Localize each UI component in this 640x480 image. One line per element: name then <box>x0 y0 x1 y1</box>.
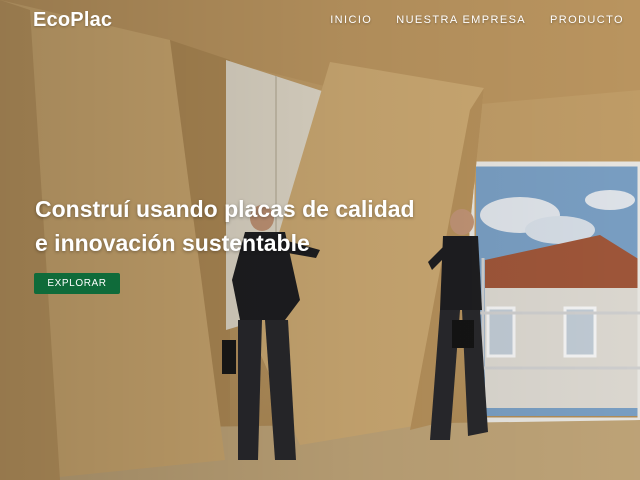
hero-headline-line-1: Construí usando placas de calidad <box>35 196 415 222</box>
brand-logo[interactable]: EcoPlac <box>33 9 112 32</box>
nav-menu: INICIO NUESTRA EMPRESA PRODUCTO <box>330 14 624 26</box>
hero-headline: Construí usando placas de calidad e inno… <box>35 192 495 260</box>
hero-headline-line-2: e innovación sustentable <box>35 230 310 256</box>
nav-link-inicio[interactable]: INICIO <box>330 14 372 26</box>
nav-link-producto[interactable]: PRODUCTO <box>550 14 624 26</box>
navbar: EcoPlac INICIO NUESTRA EMPRESA PRODUCTO <box>0 0 640 42</box>
nav-link-nuestra-empresa[interactable]: NUESTRA EMPRESA <box>396 14 526 26</box>
explore-button[interactable]: EXPLORAR <box>34 273 120 294</box>
